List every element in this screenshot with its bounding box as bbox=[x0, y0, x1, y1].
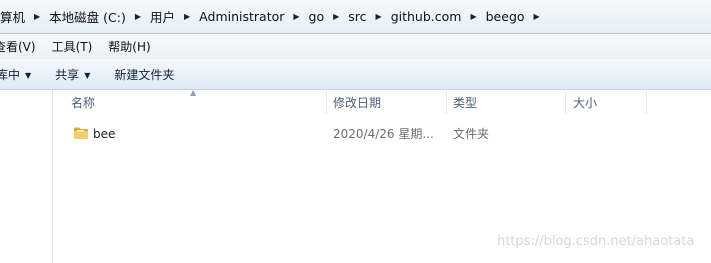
menu-view[interactable]: 查看(V) bbox=[0, 38, 44, 55]
column-header-type[interactable]: 类型 bbox=[453, 91, 563, 116]
dropdown-caret-icon: ▼ bbox=[84, 70, 91, 80]
include-in-library-label: 库中 bbox=[0, 67, 21, 82]
menu-tools[interactable]: 工具(T) bbox=[44, 38, 101, 55]
share-button[interactable]: 共享 ▼ bbox=[43, 66, 102, 83]
column-divider[interactable] bbox=[646, 92, 647, 114]
column-header-name[interactable]: 名称 bbox=[71, 91, 325, 116]
chevron-right-icon[interactable]: ▶ bbox=[330, 12, 342, 21]
chevron-right-icon[interactable]: ▶ bbox=[373, 12, 385, 21]
include-in-library-button[interactable]: 库中 ▼ bbox=[0, 66, 43, 83]
breadcrumb-item-computer[interactable]: 算机 bbox=[0, 7, 31, 26]
breadcrumb-item-github[interactable]: github.com bbox=[385, 9, 468, 24]
column-header-size[interactable]: 大小 bbox=[573, 91, 645, 116]
chevron-right-icon[interactable]: ▶ bbox=[132, 12, 144, 21]
breadcrumb-item-users[interactable]: 用户 bbox=[144, 7, 181, 26]
file-name: bee bbox=[93, 127, 116, 141]
command-bar: 库中 ▼ 共享 ▼ 新建文件夹 bbox=[0, 59, 711, 90]
column-divider[interactable] bbox=[565, 92, 566, 114]
column-divider[interactable] bbox=[446, 92, 447, 114]
chevron-right-icon[interactable]: ▶ bbox=[181, 12, 193, 21]
chevron-right-icon[interactable]: ▶ bbox=[290, 12, 302, 21]
watermark-url: https://blog.csdn.net/ahaotata bbox=[497, 234, 695, 249]
folder-icon bbox=[74, 127, 88, 139]
file-modified: 2020/4/26 星期... bbox=[333, 127, 434, 141]
breadcrumb: 算机 ▶ 本地磁盘 (C:) ▶ 用户 ▶ Administrator ▶ go… bbox=[0, 5, 543, 27]
breadcrumb-item-administrator[interactable]: Administrator bbox=[193, 9, 290, 24]
column-divider[interactable] bbox=[326, 92, 327, 114]
menu-help[interactable]: 帮助(H) bbox=[100, 38, 158, 55]
menu-bar: 查看(V) 工具(T) 帮助(H) bbox=[0, 34, 711, 59]
breadcrumb-item-go[interactable]: go bbox=[303, 9, 331, 24]
breadcrumb-item-src[interactable]: src bbox=[342, 9, 372, 24]
column-header-modified[interactable]: 修改日期 bbox=[333, 91, 445, 116]
chevron-right-icon[interactable]: ▶ bbox=[31, 12, 43, 21]
chevron-right-icon[interactable]: ▶ bbox=[467, 12, 479, 21]
file-type: 文件夹 bbox=[453, 127, 490, 141]
address-bar: 算机 ▶ 本地磁盘 (C:) ▶ 用户 ▶ Administrator ▶ go… bbox=[0, 0, 711, 34]
share-label: 共享 bbox=[55, 67, 80, 82]
explorer-window: 算机 ▶ 本地磁盘 (C:) ▶ 用户 ▶ Administrator ▶ go… bbox=[0, 0, 711, 263]
chevron-right-icon[interactable]: ▶ bbox=[531, 12, 543, 21]
breadcrumb-item-beego[interactable]: beego bbox=[480, 9, 531, 24]
navigation-pane-divider[interactable] bbox=[52, 90, 53, 263]
new-folder-button[interactable]: 新建文件夹 bbox=[102, 66, 186, 83]
dropdown-caret-icon: ▼ bbox=[25, 70, 32, 80]
breadcrumb-item-local-disk[interactable]: 本地磁盘 (C:) bbox=[43, 7, 132, 26]
